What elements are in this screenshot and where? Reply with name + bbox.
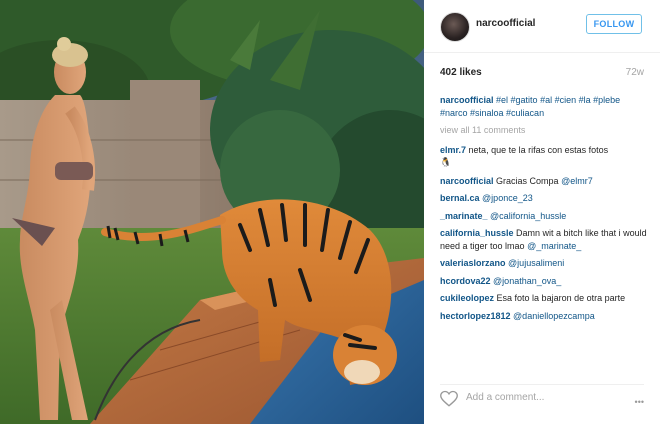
- comment-username[interactable]: narcoofficial: [440, 176, 494, 186]
- comment-username[interactable]: california_hussle: [440, 228, 514, 238]
- view-all-comments-link[interactable]: view all 11 comments: [440, 124, 648, 137]
- likes-count[interactable]: 402 likes: [440, 67, 482, 78]
- comment-mention[interactable]: @jujusalimeni: [508, 258, 564, 268]
- comment-mention[interactable]: @jonathan_ova_: [493, 276, 561, 286]
- comment-item: elmr.7 neta, que te la rifas con estas f…: [440, 144, 648, 170]
- comment-list: narcoofficial #el #gatito #al #cien #la …: [440, 94, 648, 327]
- post-stats: 402 likes 72w: [440, 67, 644, 81]
- comment-item: hcordova22 @jonathan_ova_: [440, 275, 648, 288]
- follow-button[interactable]: FOLLOW: [586, 14, 642, 34]
- post-header: narcoofficial FOLLOW: [424, 0, 660, 53]
- header-username[interactable]: narcoofficial: [476, 18, 535, 29]
- post-age[interactable]: 72w: [626, 67, 644, 78]
- caption-username[interactable]: narcoofficial: [440, 95, 494, 105]
- comment-text: neta, que te la rifas con estas fotos: [468, 144, 609, 155]
- comment-mention[interactable]: @jponce_23: [482, 193, 533, 203]
- comment-item: california_hussle Damn wit a bitch like …: [440, 227, 648, 252]
- avatar[interactable]: [440, 12, 470, 42]
- ellipsis-icon[interactable]: •••: [635, 397, 644, 407]
- comment-item: cukileolopez Esa foto la bajaron de otra…: [440, 292, 648, 305]
- comment-footer: Add a comment... •••: [440, 384, 644, 413]
- comment-username[interactable]: _marinate_: [440, 211, 488, 221]
- comment-mention[interactable]: @_marinate_: [527, 241, 581, 251]
- caption: narcoofficial #el #gatito #al #cien #la …: [440, 94, 648, 119]
- add-comment-input[interactable]: Add a comment...: [466, 392, 544, 403]
- comment-text: Esa foto la bajaron de otra parte: [496, 293, 626, 303]
- comment-item: bernal.ca @jponce_23: [440, 192, 648, 205]
- comment-username[interactable]: cukileolopez: [440, 293, 494, 303]
- comment-item: _marinate_ @california_hussle: [440, 210, 648, 223]
- photo-illustration: [0, 0, 424, 424]
- comment-mention[interactable]: @daniellopezcampa: [513, 311, 595, 321]
- comment-item: valeriaslorzano @jujusalimeni: [440, 257, 648, 270]
- comment-item: hectorlopez1812 @daniellopezcampa: [440, 310, 648, 323]
- comment-mention[interactable]: @elmr7: [561, 176, 593, 186]
- comment-mention[interactable]: @california_hussle: [490, 211, 566, 221]
- comment-username[interactable]: bernal.ca: [440, 193, 480, 203]
- comment-username[interactable]: hcordova22: [440, 276, 491, 286]
- comment-text: Gracias Compa: [496, 175, 559, 186]
- instagram-post: narcoofficial FOLLOW 402 likes 72w narco…: [0, 0, 660, 424]
- comment-username[interactable]: elmr.7: [440, 145, 466, 155]
- heart-icon[interactable]: [440, 390, 458, 408]
- comment-username[interactable]: hectorlopez1812: [440, 311, 511, 321]
- comment-item: narcoofficial Gracias Compa @elmr7: [440, 175, 648, 188]
- post-photo[interactable]: [0, 0, 424, 424]
- comment-username[interactable]: valeriaslorzano: [440, 258, 506, 268]
- penguin-emoji-icon: 🐧: [440, 158, 452, 168]
- post-side-panel: narcoofficial FOLLOW 402 likes 72w narco…: [424, 0, 660, 424]
